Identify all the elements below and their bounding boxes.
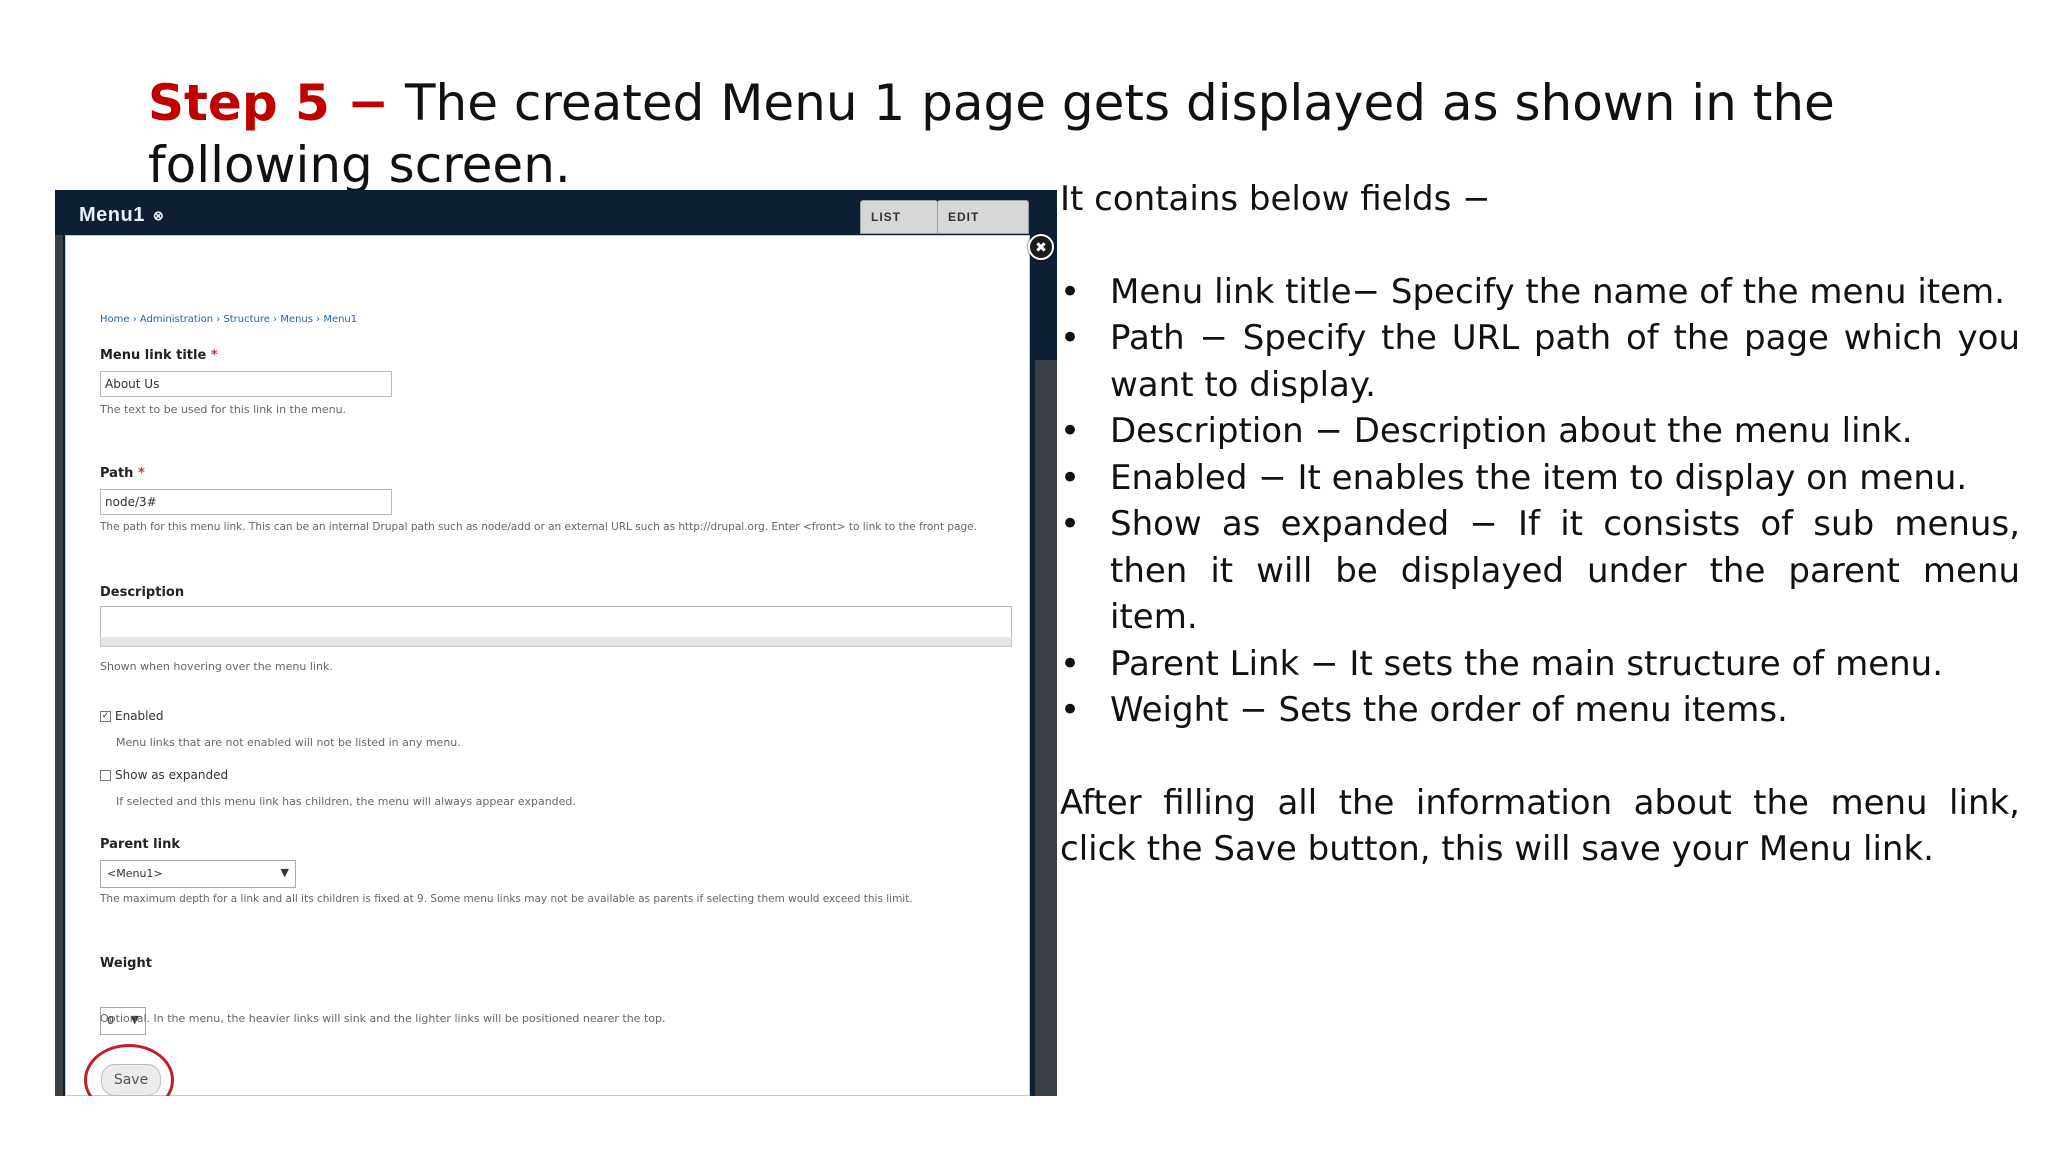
bullet-icon: • <box>1060 690 1081 730</box>
intro-text: It contains below fields − <box>1060 179 1491 219</box>
show-expanded-help: If selected and this menu link has child… <box>116 795 576 808</box>
overlay-dialog: Home › Administration › Structure › Menu… <box>65 235 1030 1096</box>
menu-link-title-label: Menu link title * <box>100 348 218 363</box>
list-item: • Menu link title− Specify the name of th… <box>1060 269 2020 316</box>
list-item: • Parent Link − It sets the main structur… <box>1060 641 2020 688</box>
bullet-icon: • <box>1060 504 1081 544</box>
bullet-icon: • <box>1060 271 1081 312</box>
description-label: Description <box>100 585 185 600</box>
enabled-checkbox[interactable]: ✓ Enabled <box>100 709 164 723</box>
weight-label: Weight <box>100 956 152 971</box>
path-label: Path * <box>100 466 145 481</box>
outro-text: After filling all the information about … <box>1060 782 2020 870</box>
save-button[interactable]: Save <box>101 1064 161 1096</box>
menu-link-title-help: The text to be used for this link in the… <box>100 403 347 416</box>
checkbox-empty-icon[interactable] <box>100 770 111 781</box>
description-help: Shown when hovering over the menu link. <box>100 660 333 673</box>
bullet-icon: • <box>1060 411 1081 451</box>
step-label: Step 5 − <box>148 74 390 132</box>
parent-link-value: <Menu1> <box>107 867 163 880</box>
list-item: • Show as expanded − If it consists of su… <box>1060 501 2020 641</box>
checkbox-checked-icon[interactable]: ✓ <box>100 711 111 722</box>
close-icon[interactable]: ✖ <box>1028 234 1054 260</box>
show-expanded-label: Show as expanded <box>115 768 229 782</box>
weight-help: Optional. In the menu, the heavier links… <box>100 1012 666 1025</box>
breadcrumb[interactable]: Home › Administration › Structure › Menu… <box>100 314 357 325</box>
description-textarea[interactable] <box>100 606 1012 638</box>
bullet-icon: • <box>1060 457 1081 498</box>
circle-plus-icon: ⊗ <box>152 207 165 223</box>
parent-link-help: The maximum depth for a link and all its… <box>100 893 913 905</box>
list-item: • Description − Description about the men… <box>1060 408 2020 455</box>
field-explanation: It contains below fields − • Menu link ti… <box>1060 176 2020 873</box>
field-list: • Menu link title− Specify the name of th… <box>1060 269 2020 734</box>
window-title: Menu1 ⊗ <box>79 204 164 227</box>
window-title-text: Menu1 <box>79 204 145 226</box>
list-item: • Weight − Sets the order of menu items. <box>1060 687 2020 734</box>
list-item: • Path − Specify the URL path of the page… <box>1060 315 2020 408</box>
menu-link-title-input[interactable]: About Us <box>100 371 392 397</box>
list-item: • Enabled − It enables the item to displa… <box>1060 455 2020 502</box>
bullet-icon: • <box>1060 643 1081 684</box>
parent-link-select[interactable]: <Menu1> ▼ <box>100 860 296 888</box>
show-expanded-checkbox[interactable]: Show as expanded <box>100 768 228 782</box>
drupal-screenshot: Menu1 ⊗ LIST LINKS EDIT MENU Home › Admin… <box>55 190 1057 1096</box>
list-links-tab[interactable]: LIST LINKS <box>860 200 938 256</box>
enabled-help: Menu links that are not enabled will not… <box>116 736 461 749</box>
dropdown-arrow-icon: ▼ <box>280 866 289 879</box>
textarea-resize-grip[interactable] <box>100 637 1012 647</box>
enabled-label: Enabled <box>115 709 164 723</box>
path-help: The path for this menu link. This can be… <box>100 521 977 533</box>
bullet-icon: • <box>1060 318 1081 358</box>
edit-menu-tab[interactable]: EDIT MENU <box>937 200 1029 256</box>
parent-link-label: Parent link <box>100 837 180 852</box>
path-input[interactable]: node/3# <box>100 489 392 515</box>
